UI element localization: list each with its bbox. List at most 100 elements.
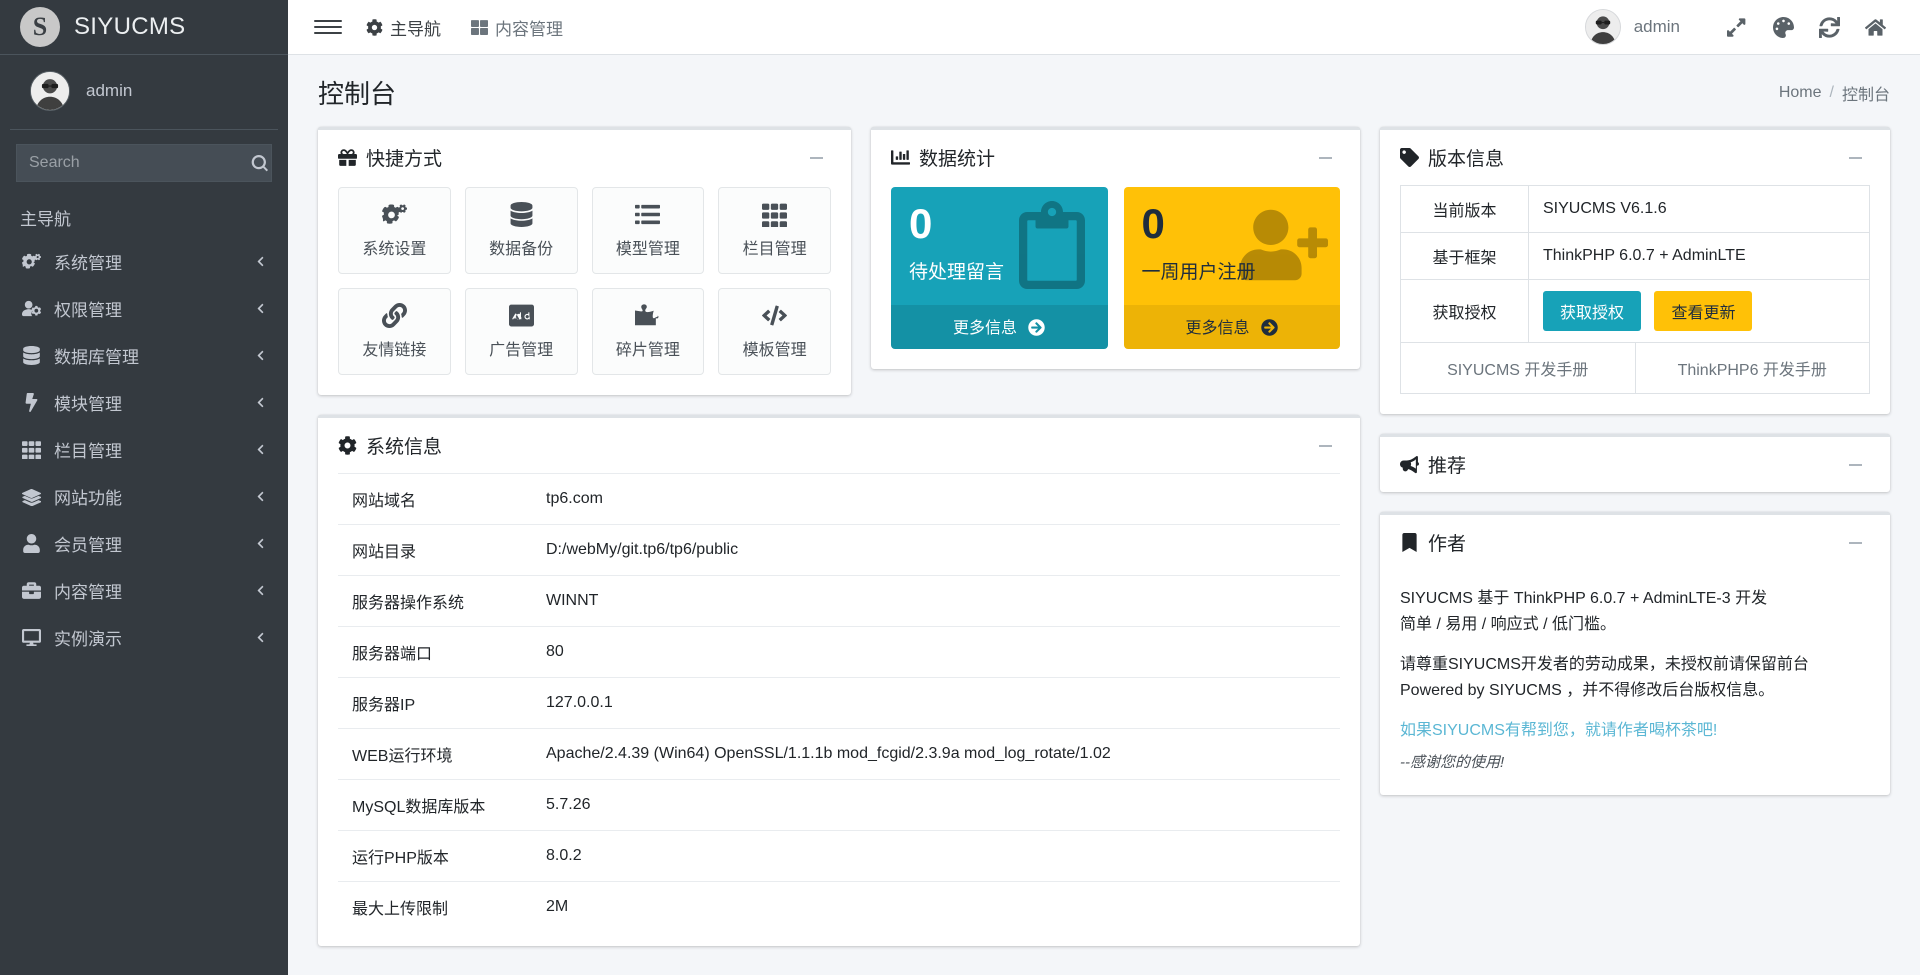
sysinfo-key: 服务器IP [352,697,416,714]
sidebar-item-demo[interactable]: 实例演示 [10,616,278,659]
system-info-card: 系统信息 网站域名 tp6.com 网站目录 D:/webMy/git.tp6/… [318,415,1360,946]
author-line1: SIYUCMS 基于 ThinkPHP 6.0.7 + AdminLTE-3 开… [1400,590,1768,607]
stat-box-inner: 0 待处理留言 [891,187,1108,305]
stat-value: 0 [909,200,933,247]
shortcut-template-management[interactable]: 模板管理 [718,288,831,375]
siyucms-manual-button[interactable]: SIYUCMS 开发手册 [1400,343,1635,394]
content-header: 控制台 Home / 控制台 [288,55,1920,127]
table-row: 网站目录 D:/webMy/git.tp6/tp6/public [338,524,1340,576]
shortcuts-title: 快捷方式 [338,144,442,171]
system-info-card-body: 网站域名 tp6.com 网站目录 D:/webMy/git.tp6/tp6/p… [318,473,1360,946]
shortcut-system-settings[interactable]: 系统设置 [338,187,451,274]
version-row-label: 当前版本 [1400,185,1529,233]
minus-icon[interactable] [1310,143,1340,173]
shortcut-friendly-links[interactable]: 友情链接 [338,288,451,375]
recommend-card: 推荐 [1380,434,1890,492]
briefcase-icon [22,581,54,600]
table-row: MySQL数据库版本 5.7.26 [338,779,1340,831]
topnav-item-main-nav[interactable]: 主导航 [366,15,441,40]
layers-icon [22,487,54,506]
manual-buttons: SIYUCMS 开发手册 ThinkPHP6 开发手册 [1400,343,1870,394]
fullscreen-button[interactable] [1714,4,1760,50]
sidebar-item-column-management[interactable]: 栏目管理 [10,428,278,471]
sidebar-item-system-management[interactable]: 系统管理 [10,240,278,283]
shortcuts-card: 快捷方式 系统设置 数据备份 模型管理 栏目管理 友情链接 广告管理 碎片管理 … [318,127,851,395]
sysinfo-key: 网站域名 [352,493,417,510]
avatar [30,71,70,111]
shortcut-ad-management[interactable]: 广告管理 [464,288,578,375]
table-row: 获取授权 获取授权 查看更新 [1400,279,1870,343]
minus-icon[interactable] [1840,450,1870,480]
recommend-title-text: 推荐 [1428,456,1467,477]
stats-card-header: 数据统计 [871,130,1360,185]
app-root: S SIYUCMS admin Search 主导航 系统管理 权限管理 数据库… [0,0,1920,975]
user-icon [22,534,54,553]
shortcut-model-management[interactable]: 模型管理 [591,187,705,274]
sidebar-item-module-management[interactable]: 模块管理 [10,381,278,424]
topnav-avatar[interactable] [1584,9,1621,45]
hamburger-icon[interactable] [314,13,342,41]
recommend-card-header: 推荐 [1380,437,1890,492]
gear-icon [338,436,357,455]
topnav-item-content-management[interactable]: 内容管理 [471,15,563,40]
table-row: 服务器操作系统 WINNT [338,575,1340,627]
chevron-left-icon [255,585,266,596]
home-icon [1864,18,1886,36]
minus-icon[interactable] [801,143,831,173]
sidebar-item-content-management[interactable]: 内容管理 [10,569,278,612]
palette-icon [1772,16,1794,38]
shortcut-label: 碎片管理 [615,342,680,359]
th-large-icon [471,19,488,35]
sysinfo-value: 127.0.0.1 [546,694,613,711]
grid-icon [22,440,54,459]
version-table: 当前版本 SIYUCMS V6.1.6 基于框架 ThinkPHP 6.0.7 … [1400,185,1870,343]
stat-more-link[interactable]: 更多信息 [1123,305,1340,349]
sysinfo-value: tp6.com [546,490,603,507]
shortcuts-card-body: 系统设置 数据备份 模型管理 栏目管理 友情链接 广告管理 碎片管理 模板管理 [318,185,851,395]
sidebar-item-website-features[interactable]: 网站功能 [10,475,278,518]
database-icon [510,202,533,227]
breadcrumb-home[interactable]: Home [1779,84,1822,102]
home-button[interactable] [1852,4,1898,50]
content-right-column: 版本信息 当前版本 SIYUCMS V6.1.6 基于框架 ThinkPHP 6… [1380,127,1890,796]
minus-icon[interactable] [1840,143,1870,173]
search-button[interactable] [248,144,272,182]
sidebar-user-panel[interactable]: admin [10,55,278,130]
version-row-value: ThinkPHP 6.0.7 + AdminLTE [1528,232,1870,280]
sidebar-item-label: 数据库管理 [54,348,139,367]
main-area: 主导航 内容管理 admin 控制台 Home / 控制台 快捷方式 系统设置 … [288,0,1920,975]
sidebar-item-label: 模块管理 [54,395,122,414]
chevron-left-icon [255,632,266,643]
theme-button[interactable] [1760,4,1806,50]
stat-more-link[interactable]: 更多信息 [891,305,1108,349]
author-title-text: 作者 [1428,534,1467,555]
version-card-header: 版本信息 [1380,130,1890,185]
sysinfo-value: 2M [546,898,569,915]
thinkphp6-manual-button[interactable]: ThinkPHP6 开发手册 [1634,343,1870,394]
shortcut-data-backup[interactable]: 数据备份 [464,187,578,274]
stat-label: 一周用户注册 [1141,262,1256,283]
sidebar-item-database-management[interactable]: 数据库管理 [10,334,278,377]
shortcut-fragment-management[interactable]: 碎片管理 [591,288,705,375]
sidebar-item-permission-management[interactable]: 权限管理 [10,287,278,330]
check-update-button[interactable]: 查看更新 [1654,291,1753,331]
sidebar-item-label: 栏目管理 [54,442,122,461]
shortcut-column-management[interactable]: 栏目管理 [718,187,831,274]
sysinfo-value: 5.7.26 [546,796,591,813]
sysinfo-value: 80 [546,643,564,660]
author-donate-link[interactable]: 如果SIYUCMS有帮到您，就请作者喝杯茶吧! [1400,718,1870,744]
system-info-table: 网站域名 tp6.com 网站目录 D:/webMy/git.tp6/tp6/p… [338,473,1340,932]
sidebar-item-member-management[interactable]: 会员管理 [10,522,278,565]
get-license-button[interactable]: 获取授权 [1543,291,1642,331]
sysinfo-value: WINNT [546,592,599,609]
minus-icon[interactable] [1310,431,1340,461]
brand[interactable]: S SIYUCMS [0,0,288,55]
sidebar-search [16,144,272,182]
shortcut-label: 系统设置 [362,241,427,258]
gear-icon [366,18,383,36]
search-input[interactable] [16,144,248,182]
version-card-body: 当前版本 SIYUCMS V6.1.6 基于框架 ThinkPHP 6.0.7 … [1380,185,1890,414]
refresh-button[interactable] [1806,4,1852,50]
minus-icon[interactable] [1840,528,1870,558]
code-icon [762,305,788,326]
